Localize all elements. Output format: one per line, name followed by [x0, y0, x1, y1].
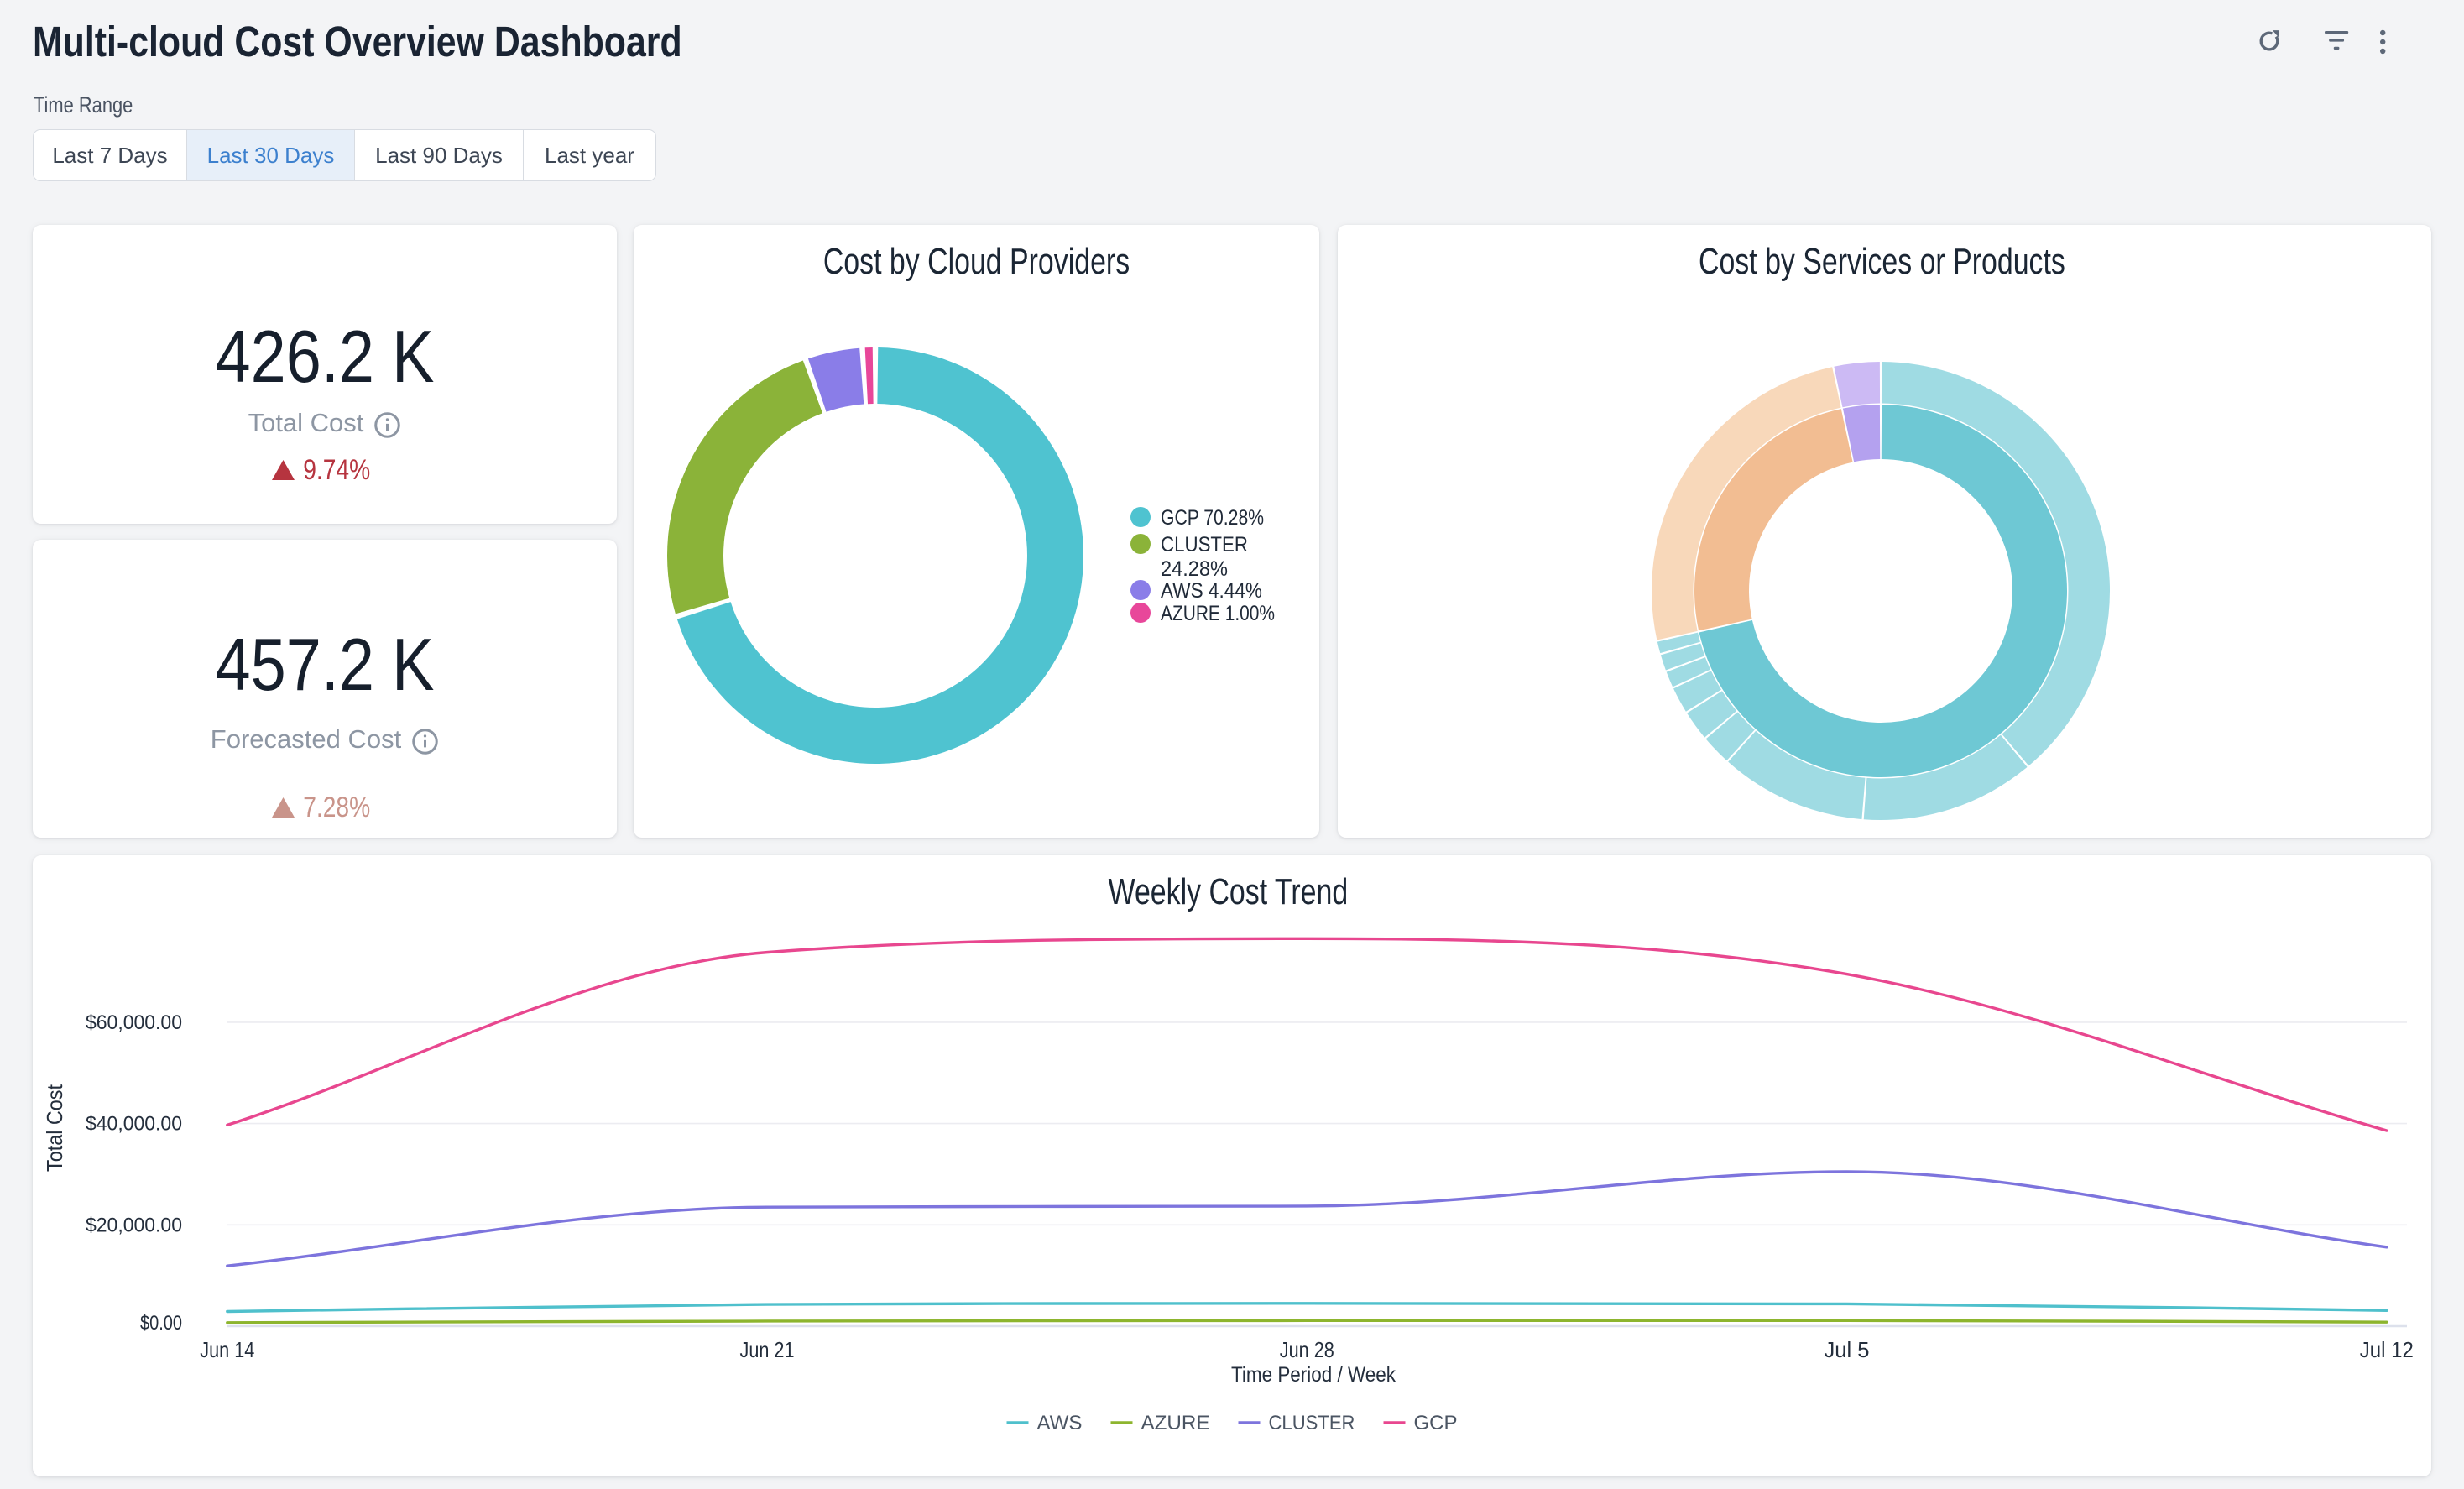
svg-text:Time Period / Week: Time Period / Week: [1231, 1363, 1396, 1387]
svg-text:Jun 21: Jun 21: [740, 1337, 795, 1362]
svg-text:AZURE: AZURE: [1141, 1412, 1210, 1434]
svg-text:AWS 4.44%: AWS 4.44%: [1161, 579, 1262, 603]
svg-text:Jul 5: Jul 5: [1825, 1337, 1870, 1362]
svg-text:GCP: GCP: [1414, 1412, 1458, 1434]
svg-text:CLUSTER: CLUSTER: [1161, 533, 1248, 556]
svg-text:CLUSTER: CLUSTER: [1269, 1412, 1355, 1434]
svg-text:24.28%: 24.28%: [1161, 557, 1228, 581]
svg-text:Total Cost: Total Cost: [42, 1084, 67, 1172]
svg-text:$60,000.00: $60,000.00: [86, 1011, 182, 1034]
svg-text:$20,000.00: $20,000.00: [86, 1214, 182, 1236]
svg-text:$0.00: $0.00: [140, 1312, 182, 1335]
svg-text:Jun 14: Jun 14: [200, 1337, 254, 1362]
svg-text:GCP 70.28%: GCP 70.28%: [1161, 506, 1264, 530]
svg-text:Jul 12: Jul 12: [2360, 1337, 2414, 1362]
svg-text:$40,000.00: $40,000.00: [86, 1113, 182, 1136]
svg-text:AZURE 1.00%: AZURE 1.00%: [1161, 602, 1275, 625]
svg-text:AWS: AWS: [1037, 1412, 1083, 1434]
svg-text:Jun 28: Jun 28: [1280, 1337, 1334, 1362]
